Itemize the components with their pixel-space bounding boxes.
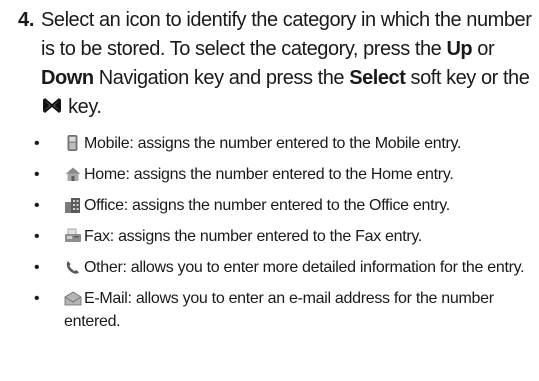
mobile-phone-icon — [64, 135, 82, 151]
select-key-label: Select — [349, 67, 406, 89]
down-key-label: Down — [41, 67, 94, 89]
bullet-marker: • — [34, 135, 40, 152]
list-item: • Other: allows you to enter more detail… — [18, 256, 533, 279]
list-item-text: Other: allows you to enter more detailed… — [84, 259, 525, 276]
list-item: • E-Mail: allows you to enter an e-mail … — [18, 287, 533, 333]
list-item-text: Fax: assigns the number entered to the F… — [84, 228, 423, 245]
list-item: • Office: assigns the number entered to … — [18, 194, 533, 217]
office-building-icon — [64, 197, 82, 213]
bullet-marker: • — [34, 197, 40, 214]
center-select-key-icon — [41, 95, 63, 113]
step-text-part: or — [472, 38, 495, 60]
list-item-text: Office: assigns the number entered to th… — [84, 197, 450, 214]
step-number: 4. — [18, 9, 35, 31]
category-list: • Mobile: assigns the number entered to … — [18, 132, 533, 333]
bullet-marker: • — [34, 259, 40, 276]
home-icon — [64, 166, 82, 182]
instruction-step: 4. Select an icon to identify the catego… — [18, 6, 533, 341]
bullet-marker: • — [34, 228, 40, 245]
bullet-marker: • — [34, 290, 40, 307]
fax-machine-icon — [64, 228, 82, 244]
step-text-part: Navigation key and press the — [93, 67, 350, 89]
up-key-label: Up — [446, 38, 473, 60]
list-item-text: Mobile: assigns the number entered to th… — [84, 135, 462, 152]
step-text-part: soft key or the — [405, 67, 530, 89]
step-text: Select an icon to identify the category … — [41, 6, 533, 122]
list-item-text: Home: assigns the number entered to the … — [84, 166, 454, 183]
email-envelope-icon — [64, 290, 82, 306]
list-item-text: E-Mail: allows you to enter an e-mail ad… — [64, 290, 494, 330]
bullet-marker: • — [34, 166, 40, 183]
list-item: • Mobile: assigns the number entered to … — [18, 132, 533, 155]
handset-icon — [64, 259, 82, 275]
list-item: • Fax: assigns the number entered to the… — [18, 225, 533, 248]
list-item: • Home: assigns the number entered to th… — [18, 163, 533, 186]
step-text-part: key. — [63, 96, 102, 118]
